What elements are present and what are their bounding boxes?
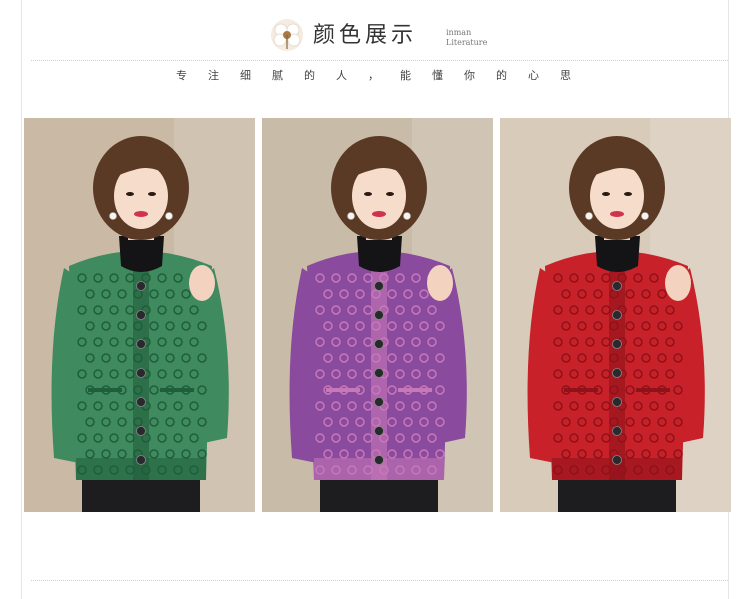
model-green-image [24, 118, 255, 512]
hand [189, 265, 215, 301]
eye [602, 192, 610, 196]
button [136, 455, 146, 465]
pearl-earring [109, 212, 117, 220]
eye [148, 192, 156, 196]
eye [364, 192, 372, 196]
section-header: 颜色展示 inman Literature [0, 17, 750, 57]
pearl-earring [403, 212, 411, 220]
lips [610, 211, 624, 217]
model-purple-image [262, 118, 493, 512]
button [136, 281, 146, 291]
left-border-line [21, 0, 22, 599]
button [374, 310, 384, 320]
button [612, 426, 622, 436]
button [612, 281, 622, 291]
hand [665, 265, 691, 301]
tagline: 专注细腻的人，能懂你的心思 [176, 69, 592, 82]
bottom-dotted-divider [31, 580, 728, 581]
button [374, 397, 384, 407]
lips [134, 211, 148, 217]
left-pocket [564, 388, 598, 392]
brand-subtitle-line1: inman [446, 28, 472, 37]
product-photo-purple[interactable] [262, 118, 493, 512]
button [136, 310, 146, 320]
pearl-earring [641, 212, 649, 220]
left-pocket [88, 388, 122, 392]
button [612, 368, 622, 378]
button [612, 455, 622, 465]
pearl-earring [165, 212, 173, 220]
button [612, 310, 622, 320]
right-pocket [636, 388, 670, 392]
product-photo-red[interactable] [500, 118, 731, 512]
lips [372, 211, 386, 217]
button [612, 339, 622, 349]
section-title: 颜色展示 [313, 23, 418, 48]
right-pocket [160, 388, 194, 392]
button [374, 426, 384, 436]
black-turtleneck [595, 236, 640, 272]
right-pocket [398, 388, 432, 392]
eye [624, 192, 632, 196]
black-turtleneck [119, 236, 164, 272]
button [374, 281, 384, 291]
eye [126, 192, 134, 196]
color-photo-row [24, 118, 731, 512]
button [374, 455, 384, 465]
brand-subtitle-line2: Literature [446, 38, 488, 47]
button [136, 339, 146, 349]
button [136, 368, 146, 378]
black-turtleneck [357, 236, 402, 272]
eye [386, 192, 394, 196]
top-dotted-divider [31, 60, 728, 61]
button [612, 397, 622, 407]
left-pocket [326, 388, 360, 392]
cotton-flower-icon [271, 19, 303, 51]
button [136, 397, 146, 407]
brand-subtitle: inman Literature [446, 28, 487, 48]
model-red-image [500, 118, 731, 512]
button [136, 426, 146, 436]
pearl-earring [347, 212, 355, 220]
button [374, 339, 384, 349]
button [374, 368, 384, 378]
product-photo-green[interactable] [24, 118, 255, 512]
hand [427, 265, 453, 301]
pearl-earring [585, 212, 593, 220]
